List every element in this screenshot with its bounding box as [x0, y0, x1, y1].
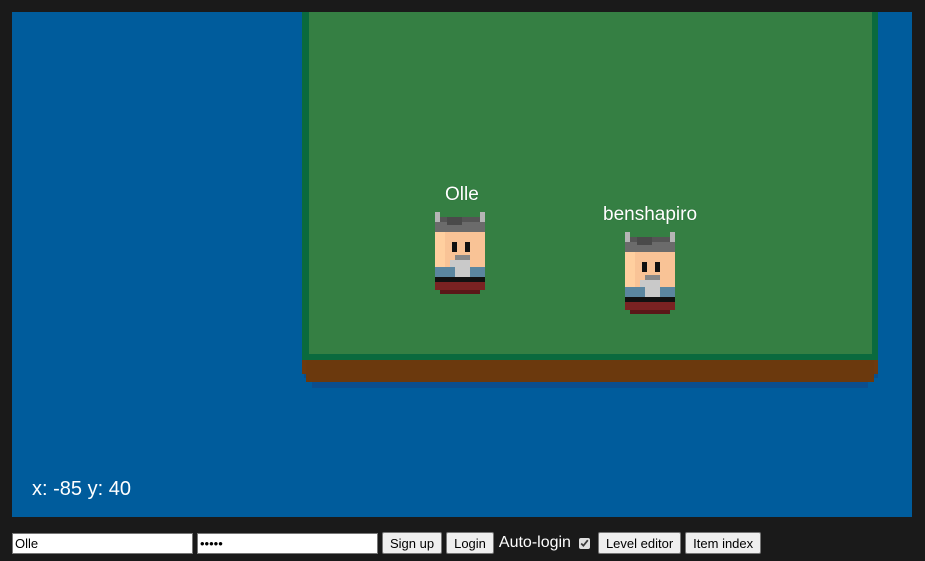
viking-avatar-icon[interactable] [432, 212, 488, 294]
login-button[interactable]: Login [446, 532, 494, 554]
player-name-label: benshapiro [603, 204, 698, 225]
game-canvas[interactable]: Olle benshapiro x: -85 y: 40 [12, 12, 912, 517]
bottom-toolbar: Sign up Login Auto-login Level editor It… [12, 531, 762, 555]
island-grass [309, 12, 872, 354]
item-index-button[interactable]: Item index [685, 532, 762, 554]
viking-avatar-icon[interactable] [622, 232, 678, 314]
coordinates-readout: x: -85 y: 40 [32, 478, 131, 500]
player-name-label: Olle [445, 184, 479, 205]
password-input[interactable] [197, 532, 378, 554]
username-input[interactable] [12, 532, 193, 554]
autologin-checkbox[interactable] [578, 537, 590, 549]
autologin-label: Auto-login [498, 534, 571, 551]
level-editor-button[interactable]: Level editor [597, 532, 682, 554]
signup-button[interactable]: Sign up [382, 532, 443, 554]
